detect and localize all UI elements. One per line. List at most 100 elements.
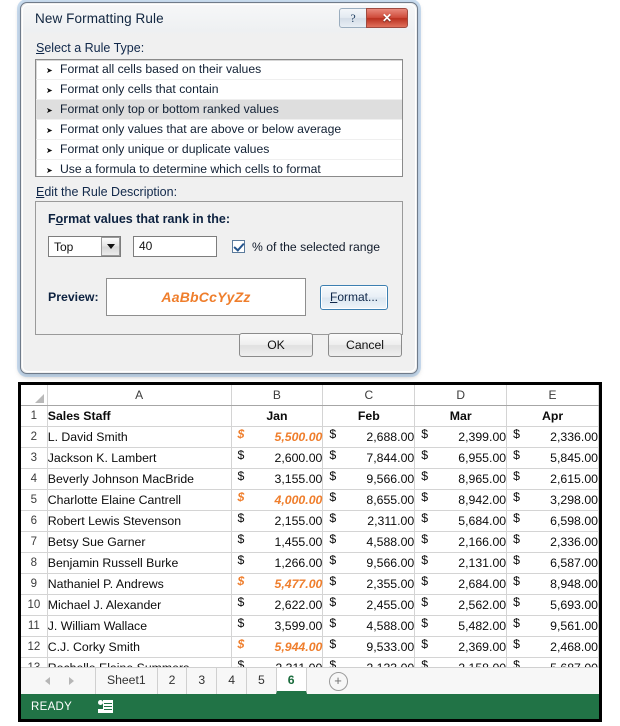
cell-staff-name[interactable]: Jackson K. Lambert xyxy=(47,447,232,469)
rule-type-item[interactable]: ➤ Use a formula to determine which cells … xyxy=(36,160,402,176)
row-header[interactable]: 2 xyxy=(21,426,48,448)
cell-amount[interactable]: $2,688.00 xyxy=(322,426,416,448)
rank-direction-select[interactable]: Top xyxy=(48,236,121,257)
row-header[interactable]: 8 xyxy=(21,552,48,574)
row-header[interactable]: 6 xyxy=(21,510,48,532)
cell-staff-name[interactable]: Betsy Sue Garner xyxy=(47,531,232,553)
column-header[interactable]: D xyxy=(414,385,508,406)
cell-amount[interactable]: $2,562.00 xyxy=(414,594,508,616)
rank-amount-input[interactable]: 40 xyxy=(133,236,217,257)
cell-amount[interactable]: $9,533.00 xyxy=(322,636,416,658)
cell-amount[interactable]: $3,599.00 xyxy=(231,615,324,637)
cancel-button[interactable]: Cancel xyxy=(328,333,402,357)
cell-amount[interactable]: $8,948.00 xyxy=(506,573,599,595)
column-header[interactable]: B xyxy=(231,385,324,406)
rule-type-list[interactable]: ➤ Format all cells based on their values ➤… xyxy=(35,59,403,177)
format-button[interactable]: Format... xyxy=(320,284,388,310)
prev-sheet-icon[interactable] xyxy=(35,670,59,692)
header-cell-month[interactable]: Jan xyxy=(231,405,324,427)
checkbox-checked-icon[interactable] xyxy=(232,240,245,253)
cell-amount[interactable]: $9,561.00 xyxy=(506,615,599,637)
cell-amount[interactable]: $3,155.00 xyxy=(231,468,324,490)
cell-amount[interactable]: $4,000.00 xyxy=(231,489,324,511)
header-cell-name[interactable]: Sales Staff xyxy=(47,405,232,427)
cell-amount[interactable]: $9,566.00 xyxy=(322,552,416,574)
cell-amount[interactable]: $2,311.00 xyxy=(322,510,416,532)
cell-amount[interactable]: $2,336.00 xyxy=(506,426,599,448)
ok-button[interactable]: OK xyxy=(239,333,313,357)
cell-staff-name[interactable]: Michael J. Alexander xyxy=(47,594,232,616)
cell-amount[interactable]: $5,482.00 xyxy=(414,615,508,637)
cell-amount[interactable]: $4,588.00 xyxy=(322,531,416,553)
cell-amount[interactable]: $7,844.00 xyxy=(322,447,416,469)
cell-staff-name[interactable]: J. William Wallace xyxy=(47,615,232,637)
header-cell-month[interactable]: Feb xyxy=(322,405,416,427)
cell-amount[interactable]: $5,500.00 xyxy=(231,426,324,448)
row-header[interactable]: 9 xyxy=(21,573,48,595)
cell-amount[interactable]: $2,622.00 xyxy=(231,594,324,616)
sheet-tab[interactable]: Sheet1 xyxy=(95,668,157,694)
cell-amount[interactable]: $5,477.00 xyxy=(231,573,324,595)
cell-amount[interactable]: $5,693.00 xyxy=(506,594,599,616)
cell-amount[interactable]: $1,266.00 xyxy=(231,552,324,574)
close-icon[interactable]: ✕ xyxy=(366,8,408,28)
cell-staff-name[interactable]: L. David Smith xyxy=(47,426,232,448)
cell-amount[interactable]: $6,598.00 xyxy=(506,510,599,532)
row-header[interactable]: 10 xyxy=(21,594,48,616)
cell-amount[interactable]: $2,155.00 xyxy=(231,510,324,532)
next-sheet-icon[interactable] xyxy=(59,670,83,692)
header-cell-month[interactable]: Apr xyxy=(506,405,599,427)
sheet-tab[interactable]: 4 xyxy=(216,668,246,694)
macro-record-icon[interactable] xyxy=(98,700,114,713)
select-all-corner[interactable] xyxy=(21,385,48,406)
row-header[interactable]: 11 xyxy=(21,615,48,637)
percent-of-range-checkbox[interactable]: % of the selected range xyxy=(232,240,380,254)
cell-amount[interactable]: $2,369.00 xyxy=(414,636,508,658)
chevron-down-icon[interactable] xyxy=(101,237,120,256)
cell-amount[interactable]: $2,336.00 xyxy=(506,531,599,553)
cell-amount[interactable]: $2,131.00 xyxy=(414,552,508,574)
row-header[interactable]: 12 xyxy=(21,636,48,658)
cell-staff-name[interactable]: Beverly Johnson MacBride xyxy=(47,468,232,490)
sheet-tab[interactable]: 6 xyxy=(275,668,307,694)
column-header[interactable]: A xyxy=(47,385,232,406)
cell-amount[interactable]: $2,468.00 xyxy=(506,636,599,658)
row-header[interactable]: 1 xyxy=(21,405,48,427)
row-header[interactable]: 4 xyxy=(21,468,48,490)
cell-amount[interactable]: $2,615.00 xyxy=(506,468,599,490)
rule-type-item[interactable]: ➤ Format only top or bottom ranked values xyxy=(36,100,402,120)
cell-amount[interactable]: $2,455.00 xyxy=(322,594,416,616)
cell-amount[interactable]: $1,455.00 xyxy=(231,531,324,553)
cell-staff-name[interactable]: Benjamin Russell Burke xyxy=(47,552,232,574)
sheet-tab[interactable]: 3 xyxy=(186,668,216,694)
header-cell-month[interactable]: Mar xyxy=(414,405,508,427)
row-header[interactable]: 3 xyxy=(21,447,48,469)
cell-amount[interactable]: $2,355.00 xyxy=(322,573,416,595)
cell-amount[interactable]: $6,955.00 xyxy=(414,447,508,469)
cell-amount[interactable]: $5,944.00 xyxy=(231,636,324,658)
add-sheet-icon[interactable]: + xyxy=(328,671,348,691)
column-header[interactable]: E xyxy=(506,385,599,406)
cell-staff-name[interactable]: Robert Lewis Stevenson xyxy=(47,510,232,532)
cell-amount[interactable]: $6,587.00 xyxy=(506,552,599,574)
rule-type-item[interactable]: ➤ Format all cells based on their values xyxy=(36,60,402,80)
cell-amount[interactable]: $2,600.00 xyxy=(231,447,324,469)
cell-staff-name[interactable]: Nathaniel P. Andrews xyxy=(47,573,232,595)
rule-type-item[interactable]: ➤ Format only values that are above or be… xyxy=(36,120,402,140)
help-icon[interactable]: ? xyxy=(339,8,367,28)
cell-amount[interactable]: $5,684.00 xyxy=(414,510,508,532)
cell-amount[interactable]: $2,399.00 xyxy=(414,426,508,448)
rule-type-item[interactable]: ➤ Format only cells that contain xyxy=(36,80,402,100)
dialog-title-bar[interactable]: New Formatting Rule ? ✕ xyxy=(23,5,415,35)
cell-amount[interactable]: $3,298.00 xyxy=(506,489,599,511)
row-header[interactable]: 7 xyxy=(21,531,48,553)
cell-amount[interactable]: $2,166.00 xyxy=(414,531,508,553)
column-header[interactable]: C xyxy=(322,385,416,406)
cell-amount[interactable]: $4,588.00 xyxy=(322,615,416,637)
cell-amount[interactable]: $8,965.00 xyxy=(414,468,508,490)
cell-amount[interactable]: $5,845.00 xyxy=(506,447,599,469)
cell-amount[interactable]: $2,684.00 xyxy=(414,573,508,595)
sheet-tab[interactable]: 2 xyxy=(156,668,187,694)
cell-staff-name[interactable]: C.J. Corky Smith xyxy=(47,636,232,658)
sheet-tab[interactable]: 5 xyxy=(245,668,276,694)
